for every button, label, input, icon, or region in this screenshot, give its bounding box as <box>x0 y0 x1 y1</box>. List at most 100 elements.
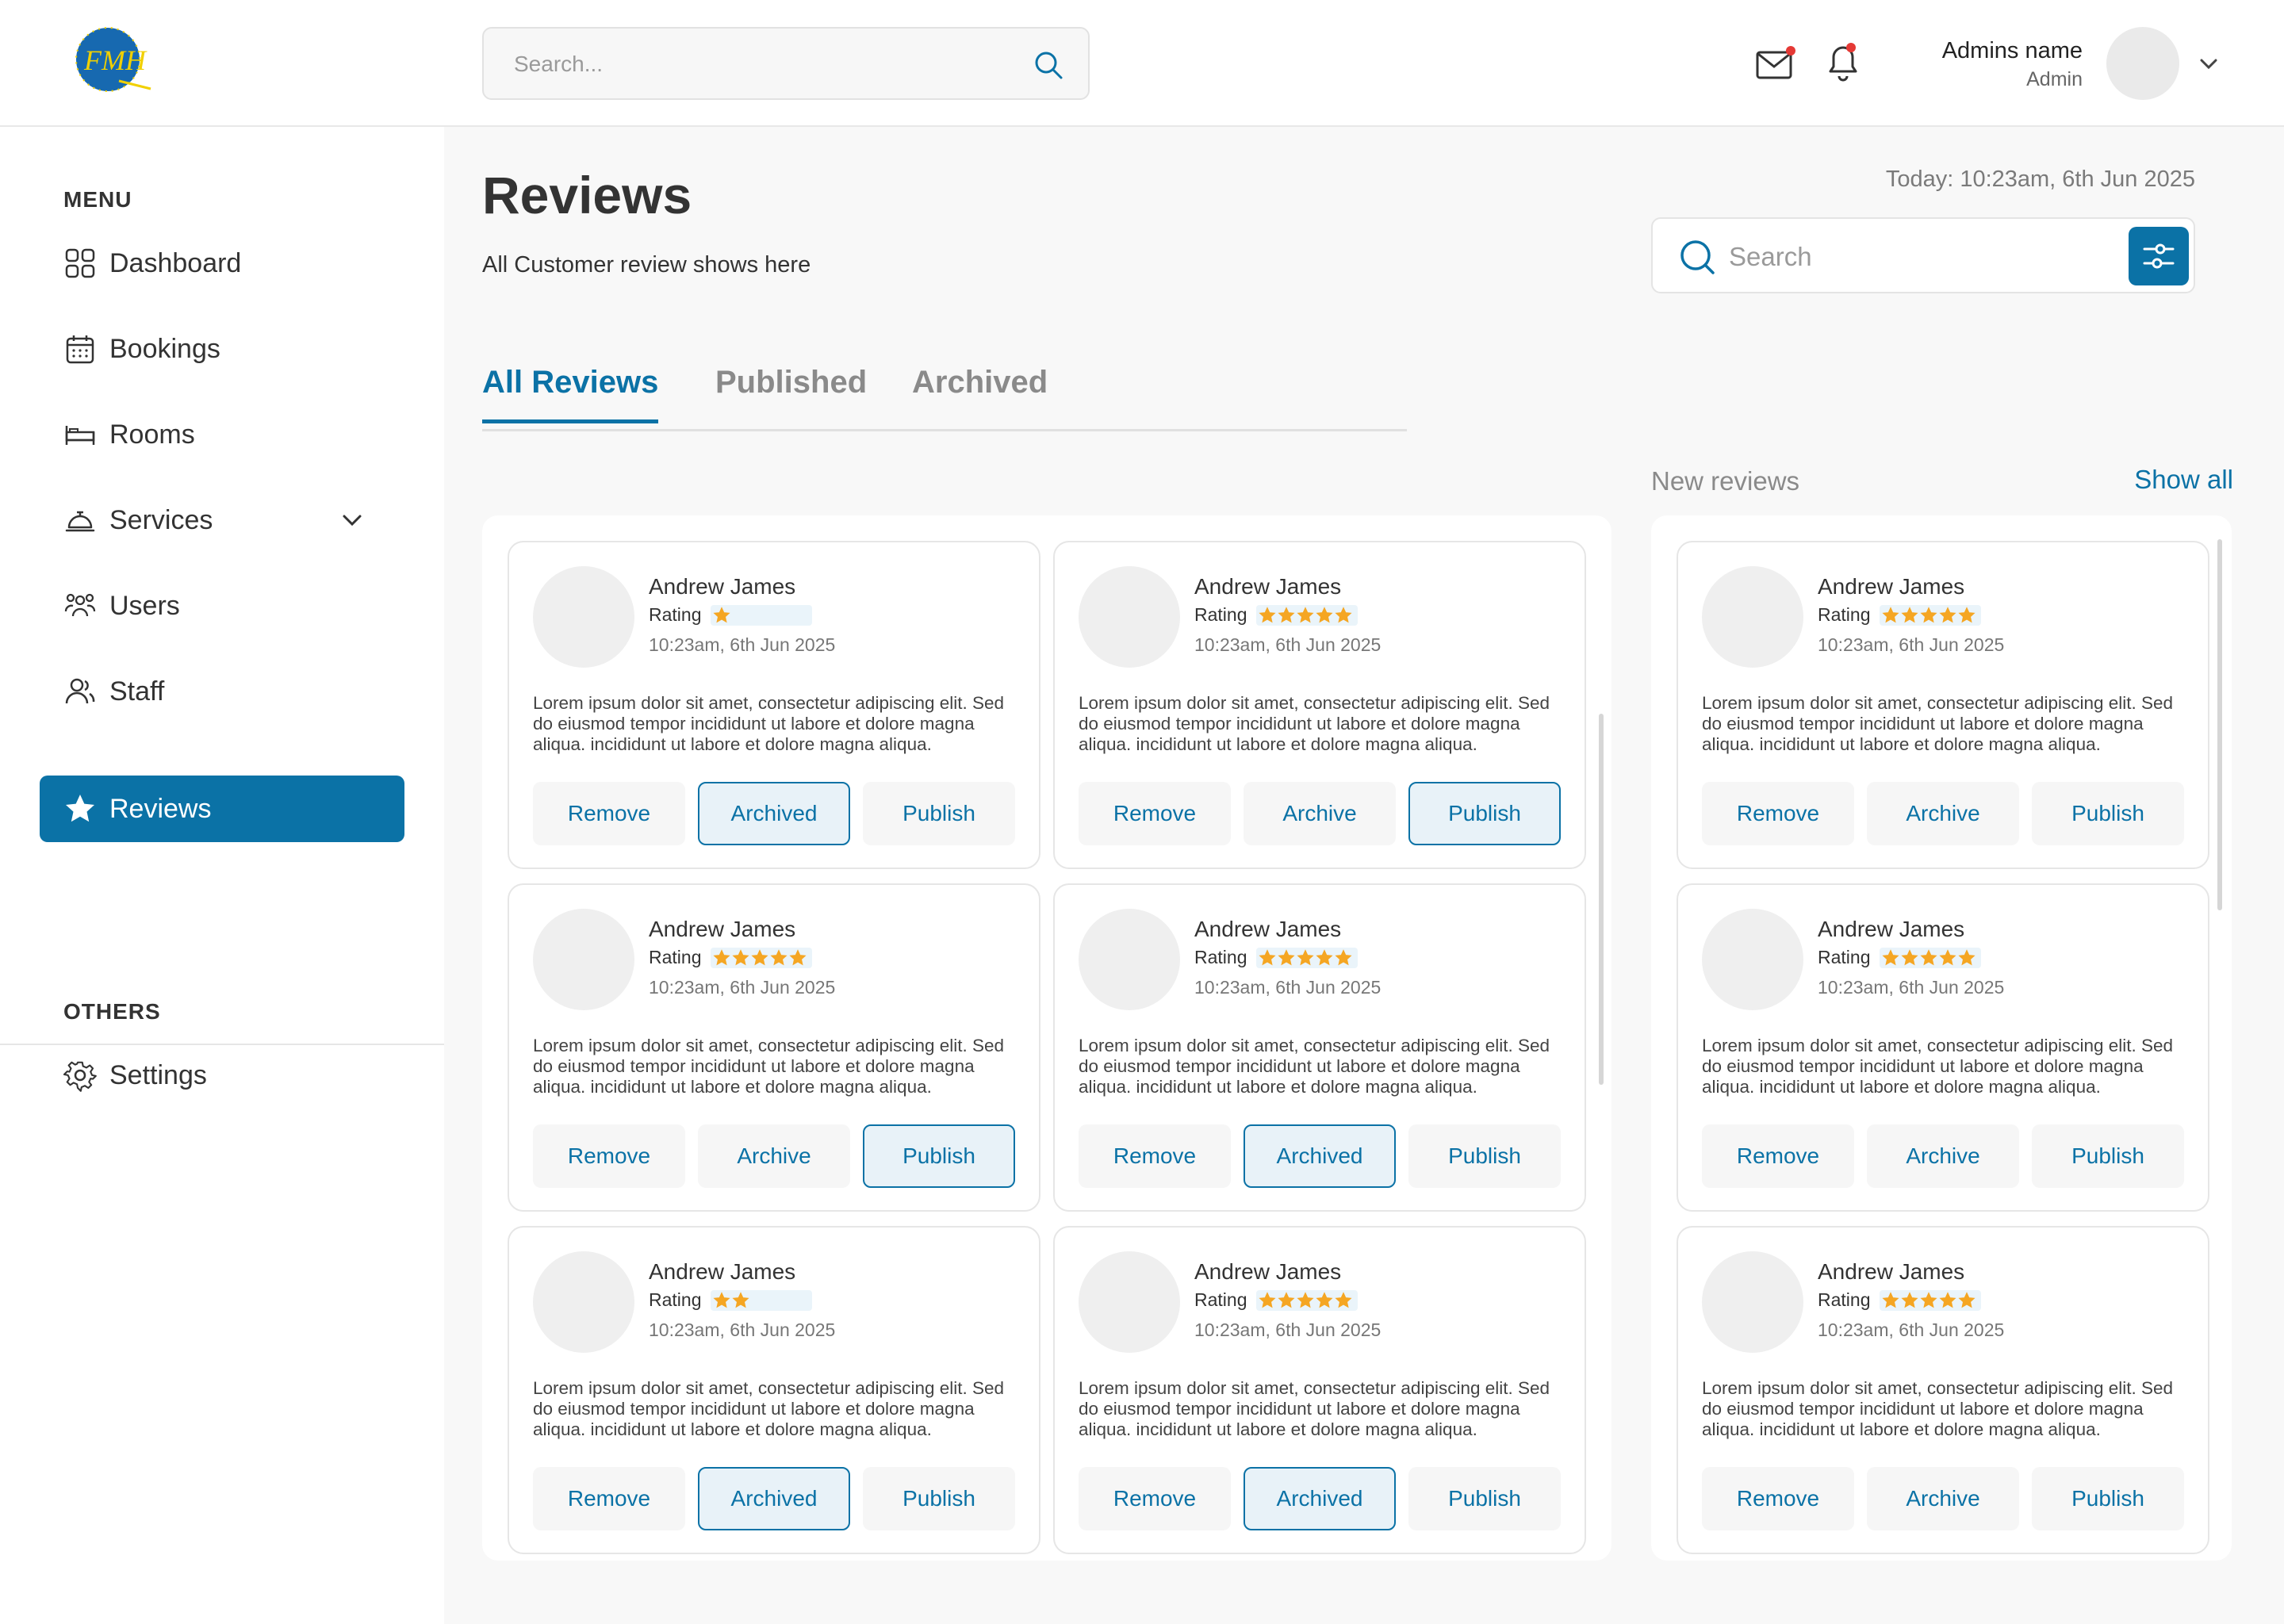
archive-button[interactable]: Archived <box>698 782 850 845</box>
star-filled-icon <box>1335 1291 1353 1308</box>
star-filled-icon <box>732 948 750 965</box>
archive-button[interactable]: Archive <box>698 1124 850 1188</box>
archive-button[interactable]: Archived <box>698 1467 850 1530</box>
sidebar-item-rooms[interactable]: Rooms <box>40 401 404 468</box>
review-search-input[interactable] <box>1729 239 2086 274</box>
review-time: 10:23am, 6th Jun 2025 <box>649 634 836 655</box>
notification-bell-icon[interactable] <box>1824 41 1862 82</box>
show-all-link[interactable]: Show all <box>2134 465 2233 495</box>
review-card: Andrew James Rating 10:23am, 6th Jun 2025 L… <box>1677 883 2209 1212</box>
publish-button[interactable]: Publish <box>2032 782 2184 845</box>
star-rating <box>1256 947 1359 968</box>
remove-button[interactable]: Remove <box>1702 1124 1854 1188</box>
reviewer-name: Andrew James <box>1818 917 1965 941</box>
reviewer-avatar <box>533 566 634 668</box>
archive-button[interactable]: Archived <box>1244 1124 1396 1188</box>
remove-button[interactable]: Remove <box>1079 1124 1231 1188</box>
archive-button[interactable]: Archive <box>1867 1467 2019 1530</box>
sidebar-item-label: Staff <box>109 676 165 707</box>
star-filled-icon <box>1882 1291 1900 1308</box>
star-rating <box>1256 1289 1359 1311</box>
calendar-icon <box>66 335 94 364</box>
star-filled-icon <box>770 948 788 965</box>
reviews-scrollbar[interactable] <box>1599 714 1604 1085</box>
hotel-logo[interactable]: FMH <box>73 25 152 94</box>
remove-button[interactable]: Remove <box>1079 1467 1231 1530</box>
star-filled-icon <box>1259 606 1277 622</box>
star-filled-icon <box>1297 606 1315 622</box>
sidebar-item-users[interactable]: Users <box>40 573 404 639</box>
rating-row: Rating <box>1818 947 1982 968</box>
review-time: 10:23am, 6th Jun 2025 <box>649 1320 836 1340</box>
publish-button[interactable]: Publish <box>1408 782 1561 845</box>
mail-icon[interactable] <box>1756 44 1795 81</box>
others-title: OTHERS <box>63 999 161 1024</box>
reviewer-name: Andrew James <box>649 1259 796 1284</box>
chevron-down-icon[interactable] <box>339 508 365 533</box>
review-text: Lorem ipsum dolor sit amet, consectetur … <box>1702 693 2174 754</box>
admin-avatar[interactable] <box>2106 27 2179 100</box>
rating-row: Rating <box>1194 604 1359 626</box>
global-search[interactable] <box>482 27 1090 100</box>
publish-button[interactable]: Publish <box>1408 1467 1561 1530</box>
tab-archived[interactable]: Archived <box>912 365 1048 419</box>
sidebar-item-label: Services <box>109 504 213 535</box>
reviewer-name: Andrew James <box>1818 1259 1965 1284</box>
star-filled-icon <box>1901 948 1919 965</box>
remove-button[interactable]: Remove <box>533 782 685 845</box>
rating-row: Rating <box>649 947 813 968</box>
new-reviews-title: New reviews <box>1651 466 1800 496</box>
rating-label: Rating <box>1194 1289 1247 1310</box>
svg-text:FMH: FMH <box>83 44 148 76</box>
sidebar-item-reviews[interactable]: Reviews <box>40 776 404 842</box>
admin-role: Admin <box>2026 68 2083 90</box>
reviewer-name: Andrew James <box>1194 917 1342 941</box>
remove-button[interactable]: Remove <box>533 1467 685 1530</box>
sidebar-item-label: Rooms <box>109 419 195 450</box>
chevron-down-icon[interactable] <box>2197 52 2221 76</box>
star-filled-icon <box>713 606 731 622</box>
sidebar-item-settings[interactable]: Settings <box>40 1042 404 1109</box>
star-rating <box>1880 947 1982 968</box>
star-filled-icon <box>1316 948 1334 965</box>
archive-button[interactable]: Archive <box>1867 782 2019 845</box>
star-empty-icon <box>750 1291 769 1310</box>
publish-button[interactable]: Publish <box>1408 1124 1561 1188</box>
star-empty-icon <box>788 1291 807 1310</box>
new-reviews-scrollbar[interactable] <box>2217 539 2222 910</box>
star-empty-icon <box>731 606 750 625</box>
review-card: Andrew James Rating 10:23am, 6th Jun 2025 L… <box>508 883 1040 1212</box>
review-card: Andrew James Rating 10:23am, 6th Jun 2025 L… <box>1053 1226 1586 1554</box>
review-time: 10:23am, 6th Jun 2025 <box>1818 634 2005 655</box>
review-search[interactable] <box>1651 217 2195 293</box>
rating-label: Rating <box>1818 947 1871 967</box>
archive-button[interactable]: Archive <box>1867 1124 2019 1188</box>
rating-row: Rating <box>1818 1289 1982 1311</box>
remove-button[interactable]: Remove <box>1702 782 1854 845</box>
sidebar-item-services[interactable]: Services <box>40 487 404 553</box>
review-card: Andrew James Rating 10:23am, 6th Jun 2025 L… <box>508 1226 1040 1554</box>
archive-button[interactable]: Archived <box>1244 1467 1396 1530</box>
sidebar-item-bookings[interactable]: Bookings <box>40 316 404 382</box>
tab-all-reviews[interactable]: All Reviews <box>482 365 659 423</box>
search-icon[interactable] <box>1033 49 1064 81</box>
sidebar-item-dashboard[interactable]: Dashboard <box>40 230 404 297</box>
remove-button[interactable]: Remove <box>533 1124 685 1188</box>
sidebar-item-staff[interactable]: Staff <box>40 658 404 725</box>
new-reviews-panel: Andrew James Rating 10:23am, 6th Jun 2025 L… <box>1651 515 2232 1561</box>
publish-button[interactable]: Publish <box>863 1467 1015 1530</box>
global-search-input[interactable] <box>514 48 1006 81</box>
publish-button[interactable]: Publish <box>863 1124 1015 1188</box>
tab-published[interactable]: Published <box>715 365 867 419</box>
remove-button[interactable]: Remove <box>1079 782 1231 845</box>
remove-button[interactable]: Remove <box>1702 1467 1854 1530</box>
filter-button[interactable] <box>2129 227 2189 285</box>
publish-button[interactable]: Publish <box>2032 1467 2184 1530</box>
sidebar-item-label: Reviews <box>109 793 212 824</box>
publish-button[interactable]: Publish <box>863 782 1015 845</box>
sidebar-item-label: Settings <box>109 1059 207 1090</box>
archive-button[interactable]: Archive <box>1244 782 1396 845</box>
publish-button[interactable]: Publish <box>2032 1124 2184 1188</box>
star-filled-icon <box>1958 606 1976 622</box>
rating-label: Rating <box>649 604 702 625</box>
